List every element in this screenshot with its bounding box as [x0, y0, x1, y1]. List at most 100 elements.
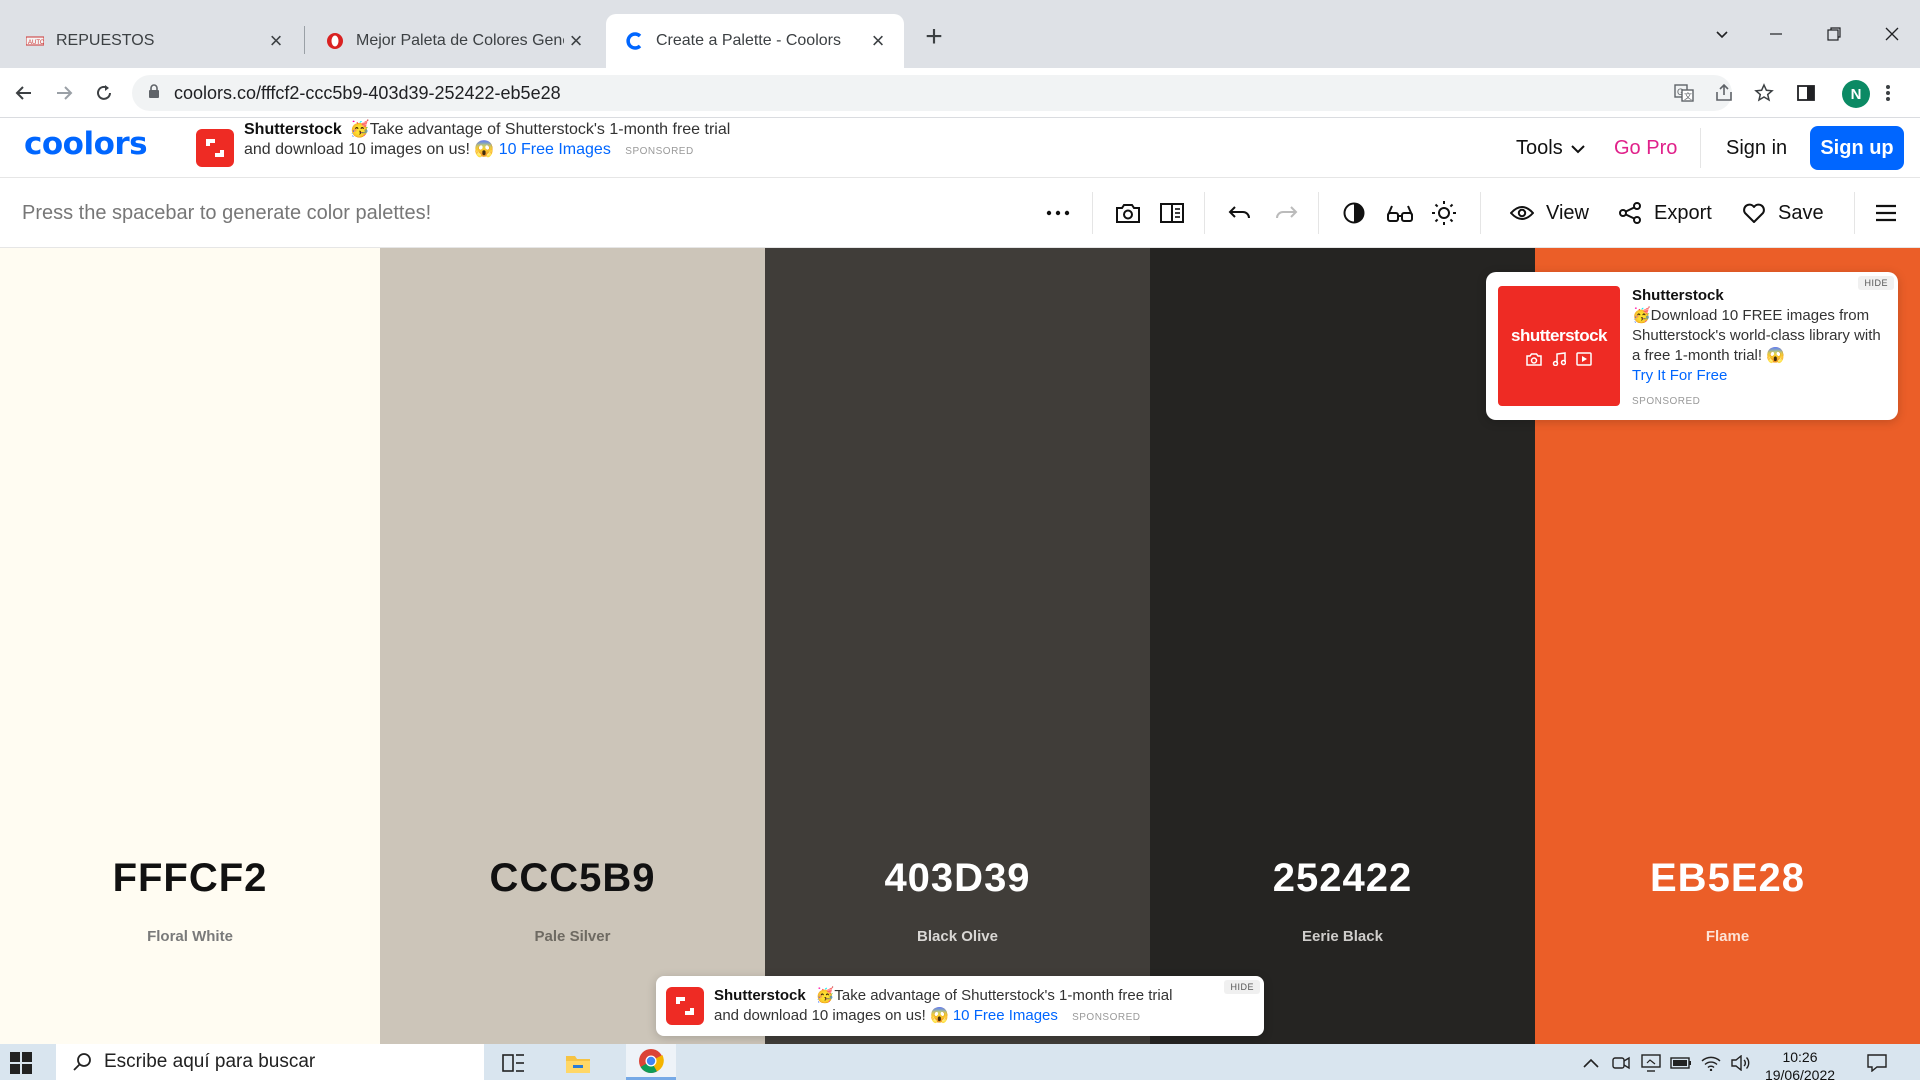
- heart-icon: [1743, 203, 1765, 223]
- shutterstock-logo-icon[interactable]: [196, 129, 234, 167]
- browser-tab-strip: AUTO REPUESTOS × Mejor Paleta de Colores…: [0, 0, 1920, 68]
- sign-in-link[interactable]: Sign in: [1726, 118, 1787, 178]
- color-hex-code[interactable]: 252422: [1150, 856, 1535, 901]
- svg-text:文: 文: [1684, 91, 1692, 101]
- color-hex-code[interactable]: 403D39: [765, 856, 1150, 901]
- view-button[interactable]: View: [1510, 195, 1589, 231]
- tools-label: Tools: [1516, 136, 1563, 159]
- share-nodes-icon: [1619, 202, 1641, 224]
- side-panel-icon[interactable]: [1790, 77, 1822, 109]
- color-hex-code[interactable]: EB5E28: [1535, 856, 1920, 901]
- export-button[interactable]: Export: [1618, 195, 1712, 231]
- color-swatch[interactable]: 403D39 Black Olive: [765, 248, 1150, 1044]
- address-bar[interactable]: coolors.co/fffcf2-ccc5b9-403d39-252422-e…: [132, 75, 1732, 111]
- ad-brand[interactable]: Shutterstock: [714, 987, 806, 1004]
- reload-icon[interactable]: [88, 77, 120, 109]
- brightness-icon[interactable]: [1428, 197, 1460, 229]
- close-tab-icon[interactable]: ×: [564, 29, 588, 53]
- minimize-icon[interactable]: [1748, 14, 1804, 54]
- view-mode-icon[interactable]: [1156, 197, 1188, 229]
- close-tab-icon[interactable]: ×: [264, 29, 288, 53]
- hamburger-menu-icon[interactable]: [1870, 197, 1902, 229]
- shutterstock-logo-icon[interactable]: [666, 987, 704, 1025]
- export-label: Export: [1654, 201, 1712, 224]
- color-swatch[interactable]: FFFCF2 Floral White: [0, 248, 380, 1044]
- close-window-icon[interactable]: [1864, 14, 1920, 54]
- go-pro-link[interactable]: Go Pro: [1614, 118, 1677, 178]
- contrast-icon[interactable]: [1338, 197, 1370, 229]
- show-hidden-icons-icon[interactable]: [1580, 1052, 1602, 1074]
- profile-avatar[interactable]: N: [1842, 80, 1870, 108]
- back-icon[interactable]: [8, 77, 40, 109]
- color-name[interactable]: Eerie Black: [1150, 928, 1535, 945]
- ad-cta-link[interactable]: Try It For Free: [1632, 366, 1888, 386]
- tools-menu[interactable]: Tools: [1516, 118, 1585, 178]
- translate-icon[interactable]: G文: [1668, 77, 1700, 109]
- shutterstock-ad-banner[interactable]: Shutterstock 🥳Take advantage of Shutterst…: [656, 976, 1264, 1036]
- url-text: coolors.co/fffcf2-ccc5b9-403d39-252422-e…: [174, 82, 561, 103]
- more-options-icon[interactable]: [1042, 197, 1074, 229]
- wifi-icon[interactable]: [1700, 1052, 1722, 1074]
- toolbar-divider: [1480, 192, 1481, 234]
- color-name[interactable]: Pale Silver: [380, 928, 765, 945]
- tab-search-icon[interactable]: [1694, 14, 1750, 54]
- redo-icon[interactable]: [1270, 197, 1302, 229]
- battery-icon[interactable]: [1670, 1052, 1692, 1074]
- hide-ad-button[interactable]: HIDE: [1858, 276, 1894, 290]
- ad-cta-link[interactable]: 10 Free Images: [953, 1007, 1058, 1024]
- shutterstock-ad-image[interactable]: shutterstock: [1498, 286, 1620, 406]
- close-tab-icon[interactable]: ×: [866, 29, 890, 53]
- color-swatch[interactable]: 252422 Eerie Black: [1150, 248, 1535, 1044]
- color-name[interactable]: Black Olive: [765, 928, 1150, 945]
- shutterstock-ad-card[interactable]: shutterstock Shutterstock 🥳Download 10 F…: [1486, 272, 1898, 420]
- ad-brand[interactable]: Shutterstock: [244, 121, 342, 138]
- notifications-icon[interactable]: [1866, 1052, 1888, 1074]
- task-view-icon[interactable]: [498, 1048, 530, 1078]
- coolors-logo[interactable]: coolors: [24, 126, 148, 162]
- video-play-icon: [1576, 352, 1592, 371]
- color-name[interactable]: Floral White: [0, 928, 380, 945]
- browser-menu-icon[interactable]: [1872, 77, 1904, 109]
- ad-brand[interactable]: Shutterstock: [1632, 286, 1888, 306]
- chrome-taskbar-icon[interactable]: [626, 1044, 676, 1080]
- volume-icon[interactable]: [1730, 1052, 1752, 1074]
- sign-up-button[interactable]: Sign up: [1810, 126, 1904, 170]
- browser-tab-active[interactable]: Create a Palette - Coolors ×: [606, 14, 904, 68]
- browser-tab[interactable]: Mejor Paleta de Colores Generad ×: [306, 14, 602, 68]
- toolbar-divider: [1092, 192, 1093, 234]
- lock-icon: [148, 83, 160, 103]
- spacebar-hint: Press the spacebar to generate color pal…: [22, 202, 432, 224]
- ad-text: and download 10 images on us! 😱: [244, 141, 495, 158]
- color-hex-code[interactable]: FFFCF2: [0, 856, 380, 901]
- monitor-icon[interactable]: [1640, 1052, 1662, 1074]
- toolbar-divider: [1204, 192, 1205, 234]
- camera-icon: [1526, 352, 1542, 371]
- share-icon[interactable]: [1708, 77, 1740, 109]
- save-button[interactable]: Save: [1742, 195, 1824, 231]
- new-tab-button[interactable]: +: [918, 22, 950, 54]
- ad-cta-link[interactable]: 10 Free Images: [499, 141, 611, 158]
- forward-icon[interactable]: [48, 77, 80, 109]
- file-explorer-icon[interactable]: [562, 1048, 594, 1078]
- taskbar-clock[interactable]: 10:26 19/06/2022: [1760, 1048, 1840, 1080]
- meet-now-icon[interactable]: [1610, 1052, 1632, 1074]
- browser-tab[interactable]: AUTO REPUESTOS ×: [6, 14, 302, 68]
- camera-icon[interactable]: [1112, 197, 1144, 229]
- sponsored-label: SPONSORED: [1072, 1012, 1141, 1023]
- header-divider: [1700, 128, 1701, 168]
- hide-ad-button[interactable]: HIDE: [1224, 980, 1260, 994]
- bookmark-star-icon[interactable]: [1748, 77, 1780, 109]
- color-swatch[interactable]: CCC5B9 Pale Silver: [380, 248, 765, 1044]
- opera-favicon-icon: [326, 32, 344, 50]
- undo-icon[interactable]: [1224, 197, 1256, 229]
- taskbar-search-input[interactable]: Escribe aquí para buscar: [56, 1044, 484, 1080]
- svg-text:AUTO: AUTO: [28, 40, 44, 46]
- restore-icon[interactable]: [1806, 14, 1862, 54]
- color-name[interactable]: Flame: [1535, 928, 1920, 945]
- site-header: coolors Shutterstock 🥳Take advantage of S…: [0, 118, 1920, 178]
- windows-start-icon[interactable]: [10, 1052, 40, 1074]
- search-icon: [73, 1053, 91, 1071]
- color-hex-code[interactable]: CCC5B9: [380, 856, 765, 901]
- eye-icon: [1510, 206, 1534, 220]
- color-blindness-glasses-icon[interactable]: [1384, 197, 1416, 229]
